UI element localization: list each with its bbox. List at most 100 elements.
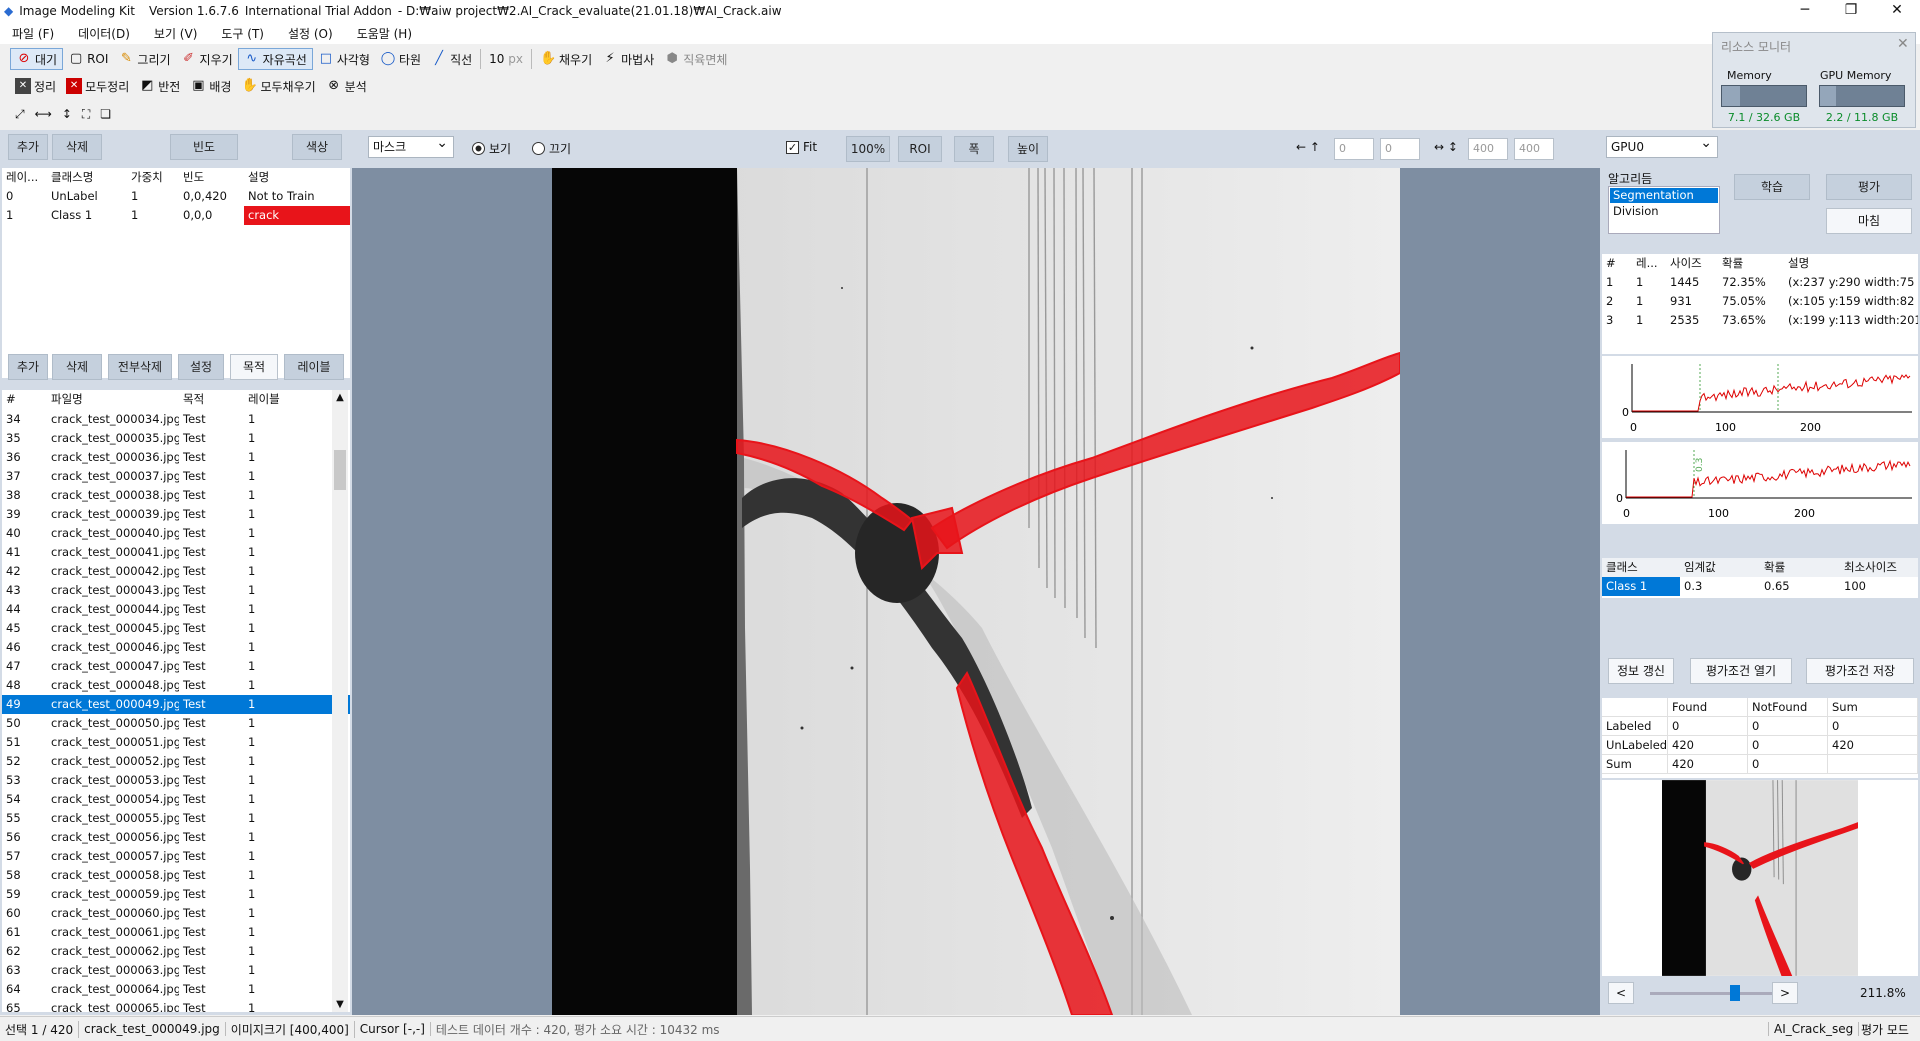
file-row[interactable]: 53 crack_test_000053.jpg Test 1 [2, 771, 350, 790]
background-button[interactable]: ▣ 배경 [185, 75, 236, 97]
result-row[interactable]: 3 1 2535 73.65% (x:199 y:113 width:201... [1602, 311, 1918, 330]
evaluate-button[interactable]: 평가 [1826, 174, 1912, 200]
file-row[interactable]: 39 crack_test_000039.jpg Test 1 [2, 505, 350, 524]
width-button[interactable]: 폭 [954, 136, 994, 162]
result-row[interactable]: 1 1 1445 72.35% (x:237 y:290 width:75 ... [1602, 273, 1918, 292]
show-radio[interactable]: 보기 [472, 140, 511, 157]
file-row[interactable]: 55 crack_test_000055.jpg Test 1 [2, 809, 350, 828]
file-row[interactable]: 35 crack_test_000035.jpg Test 1 [2, 429, 350, 448]
next-button[interactable]: > [1772, 982, 1798, 1004]
file-row[interactable]: 36 crack_test_000036.jpg Test 1 [2, 448, 350, 467]
file-purpose-button[interactable]: 목적 [230, 354, 278, 380]
line-button[interactable]: ╱ 직선 [426, 48, 477, 70]
menu-tools[interactable]: 도구 (T) [209, 25, 276, 42]
erase-button[interactable]: ✐ 지우기 [176, 48, 238, 70]
file-row[interactable]: 57 crack_test_000057.jpg Test 1 [2, 847, 350, 866]
file-row[interactable]: 58 crack_test_000058.jpg Test 1 [2, 866, 350, 885]
file-row[interactable]: 41 crack_test_000041.jpg Test 1 [2, 543, 350, 562]
menu-view[interactable]: 보기 (V) [142, 25, 209, 42]
roi-button[interactable]: ▢ ROI [63, 48, 113, 70]
gpu-select[interactable]: GPU0 [1606, 133, 1718, 158]
ellipse-button[interactable]: ◯ 타원 [375, 48, 426, 70]
file-row[interactable]: 54 crack_test_000054.jpg Test 1 [2, 790, 350, 809]
roi-h-input[interactable]: 400 [1514, 138, 1554, 160]
class-color-button[interactable]: 색상 [292, 134, 342, 160]
file-row[interactable]: 38 crack_test_000038.jpg Test 1 [2, 486, 350, 505]
file-label-button[interactable]: 레이블 [284, 354, 344, 380]
expand-icon[interactable]: ⤢ [10, 103, 30, 125]
probability-input[interactable]: 0.65 [1760, 577, 1840, 596]
file-row[interactable]: 61 crack_test_000061.jpg Test 1 [2, 923, 350, 942]
file-row[interactable]: 47 crack_test_000047.jpg Test 1 [2, 657, 350, 676]
file-row[interactable]: 65 crack_test_000065.jpg Test 1 [2, 999, 350, 1012]
file-row[interactable]: 51 crack_test_000051.jpg Test 1 [2, 733, 350, 752]
view-roi-button[interactable]: ROI [898, 136, 942, 162]
save-conditions-button[interactable]: 평가조건 저장 [1806, 658, 1914, 684]
file-delete-button[interactable]: 삭제 [52, 354, 102, 380]
class-row[interactable]: 1 Class 1 1 0,0,0 crack [2, 206, 350, 225]
prev-button[interactable]: < [1608, 982, 1634, 1004]
file-row[interactable]: 40 crack_test_000040.jpg Test 1 [2, 524, 350, 543]
scroll-down-icon[interactable]: ▼ [332, 999, 348, 1010]
class-add-button[interactable]: 추가 [8, 134, 48, 160]
class-color-swatch[interactable]: crack [244, 206, 350, 225]
result-row[interactable]: 2 1 931 75.05% (x:105 y:159 width:82 ... [1602, 292, 1918, 311]
file-row[interactable]: 43 crack_test_000043.jpg Test 1 [2, 581, 350, 600]
wait-button[interactable]: ⊘ 대기 [10, 48, 64, 70]
brush-size[interactable]: 10 px [484, 48, 528, 70]
menu-help[interactable]: 도움말 (H) [345, 25, 424, 42]
zoom-100-button[interactable]: 100% [846, 136, 890, 162]
roi-w-input[interactable]: 400 [1468, 138, 1508, 160]
roi-x-input[interactable]: 0 [1334, 138, 1374, 160]
algorithm-segmentation[interactable]: Segmentation [1610, 188, 1718, 203]
file-add-button[interactable]: 추가 [8, 354, 48, 380]
file-delete-all-button[interactable]: 전부삭제 [108, 354, 172, 380]
restore-icon[interactable]: ❐ [1828, 0, 1874, 22]
file-row[interactable]: 50 crack_test_000050.jpg Test 1 [2, 714, 350, 733]
file-row[interactable]: 46 crack_test_000046.jpg Test 1 [2, 638, 350, 657]
file-row[interactable]: 49 crack_test_000049.jpg Test 1 [2, 695, 350, 714]
scroll-thumb[interactable] [334, 450, 346, 490]
file-setting-button[interactable]: 설정 [178, 354, 224, 380]
height-button[interactable]: 높이 [1008, 136, 1048, 162]
window-icon[interactable]: ❏ [95, 103, 116, 125]
file-row[interactable]: 64 crack_test_000064.jpg Test 1 [2, 980, 350, 999]
menu-data[interactable]: 데이터(D) [66, 25, 142, 42]
minsize-input[interactable]: 100 [1840, 577, 1918, 596]
open-conditions-button[interactable]: 평가조건 열기 [1690, 658, 1792, 684]
class-row[interactable]: 0 UnLabel 1 0,0,420 Not to Train [2, 187, 350, 206]
zoom-slider-track[interactable] [1650, 985, 1786, 1001]
file-row[interactable]: 60 crack_test_000060.jpg Test 1 [2, 904, 350, 923]
menu-file[interactable]: 파일 (F) [0, 25, 66, 42]
analyze-button[interactable]: ⊗ 분석 [321, 75, 372, 97]
fill-button[interactable]: ✋ 채우기 [535, 48, 597, 70]
scroll-up-icon[interactable]: ▲ [332, 392, 348, 403]
fill-all-button[interactable]: ✋ 모두채우기 [236, 75, 320, 97]
image-canvas[interactable] [552, 168, 1400, 1015]
file-row[interactable]: 56 crack_test_000056.jpg Test 1 [2, 828, 350, 847]
mask-select[interactable]: 마스크 [368, 133, 454, 158]
file-row[interactable]: 34 crack_test_000034.jpg Test 1 [2, 410, 350, 429]
finish-button[interactable]: 마침 [1826, 208, 1912, 234]
params-row[interactable]: Class 1 0.3 0.65 100 [1602, 577, 1918, 596]
fit-width-icon[interactable]: ⟷ [30, 103, 57, 125]
refresh-info-button[interactable]: 정보 갱신 [1608, 658, 1674, 684]
train-button[interactable]: 학습 [1734, 174, 1810, 200]
roi-y-input[interactable]: 0 [1380, 138, 1420, 160]
class-delete-button[interactable]: 삭제 [52, 134, 102, 160]
menu-settings[interactable]: 설정 (O) [276, 25, 345, 42]
invert-button[interactable]: ◩ 반전 [134, 75, 185, 97]
clean-button[interactable]: ✕ 정리 [10, 75, 61, 97]
fit-height-icon[interactable]: ↕ [57, 103, 77, 125]
close-icon[interactable]: ✕ [1874, 0, 1920, 22]
algorithm-division[interactable]: Division [1609, 204, 1719, 219]
draw-button[interactable]: ✎ 그리기 [113, 48, 175, 70]
file-row[interactable]: 59 crack_test_000059.jpg Test 1 [2, 885, 350, 904]
file-row[interactable]: 45 crack_test_000045.jpg Test 1 [2, 619, 350, 638]
rectangle-button[interactable]: □ 사각형 [313, 48, 375, 70]
zoom-slider-thumb[interactable] [1730, 985, 1740, 1001]
close-icon[interactable]: ✕ [1897, 36, 1909, 52]
clean-all-button[interactable]: ✕ 모두정리 [61, 75, 134, 97]
file-scrollbar[interactable]: ▲ ▼ [332, 390, 348, 1012]
file-row[interactable]: 44 crack_test_000044.jpg Test 1 [2, 600, 350, 619]
